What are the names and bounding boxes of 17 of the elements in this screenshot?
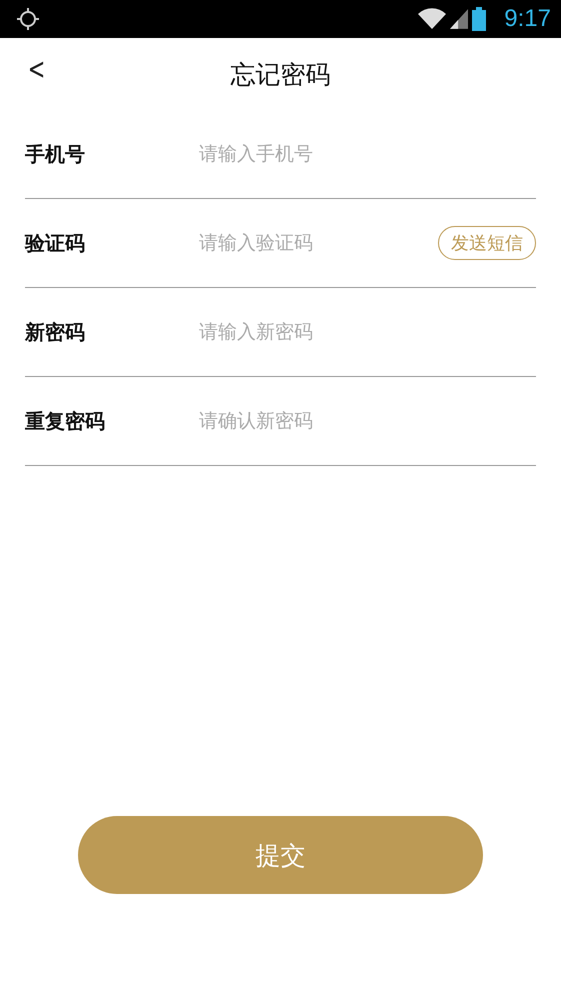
submit-button[interactable]: 提交 [78, 816, 483, 894]
signal-icon [450, 8, 468, 30]
battery-icon [472, 7, 486, 31]
clock: 9:17 [504, 5, 551, 33]
send-sms-button[interactable]: 发送短信 [438, 226, 536, 260]
input-field[interactable]: 请输入验证码 [199, 232, 438, 254]
field-label: 重复密码 [25, 408, 106, 434]
wifi-icon [418, 8, 446, 30]
location-icon [16, 7, 40, 31]
page-title: 忘记密码 [230, 58, 330, 90]
field-label: 手机号 [25, 140, 86, 168]
field-label: 验证码 [25, 230, 86, 256]
back-button[interactable]: < [24, 52, 50, 87]
field-label: 新密码 [25, 318, 86, 346]
input-field[interactable]: 请输入手机号 [199, 143, 536, 165]
input-field[interactable]: 请输入新密码 [199, 321, 536, 343]
input-field[interactable]: 请确认新密码 [199, 410, 536, 432]
